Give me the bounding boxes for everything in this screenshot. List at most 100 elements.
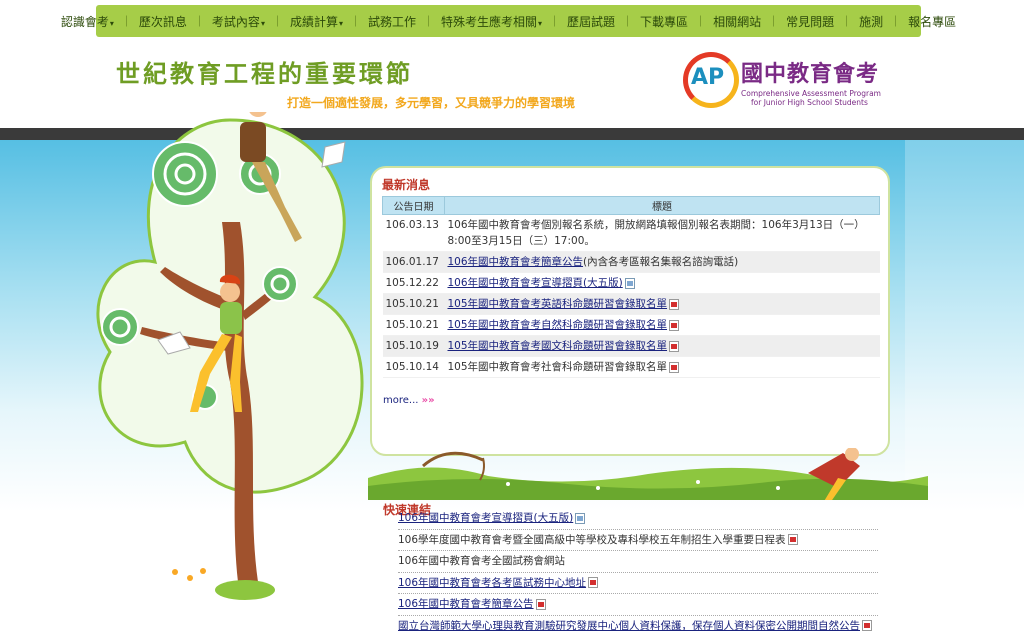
quick-links-list: 106年國中教育會考宣導摺頁(大五版) 106學年度國中教育會考暨全國高級中等學校… [398, 508, 878, 635]
news-date: 105.10.21 [382, 293, 445, 315]
nav-item-0[interactable]: 認識會考▾ [54, 13, 121, 30]
pdf-file-icon[interactable] [862, 620, 872, 631]
news-date: 105.10.19 [382, 335, 445, 357]
quick-link[interactable]: 106年國中教育會考各考區試務中心地址 [398, 577, 586, 589]
pdf-file-icon[interactable] [535, 598, 546, 610]
nav-separator: ｜ [841, 15, 853, 28]
nav-separator: ｜ [349, 15, 361, 28]
list-item: 106年國中教育會考全國試務會網站 [398, 551, 878, 573]
main-nav: 認識會考▾ ｜歷次訊息｜考試內容▾ ｜成績計算▾ ｜試務工作｜特殊考生應考相關▾ ｜歷屆… [61, 5, 956, 37]
quick-link[interactable]: 國立台灣師範大學心理與教育測驗研究發展中心個人資料保護，保存個人資料保密公開期間… [398, 620, 860, 632]
nav-item-label: 施測 [859, 14, 884, 29]
news-title-cell: 105年國中教育會考社會科命題研習會錄取名單 [444, 356, 880, 378]
news-date: 106.03.13 [382, 214, 445, 252]
table-row: 105.10.21 105年國中教育會考英語科命題研習會錄取名單 [382, 293, 880, 315]
quick-link[interactable]: 106年國中教育會考簡章公告 [398, 598, 534, 610]
document-file-icon[interactable] [575, 512, 586, 524]
news-date: 105.10.14 [382, 356, 445, 378]
news-title-cell: 106年國中教育會考個別報名系統，開放網路填報個別報名表期間：106年3月13日… [444, 214, 880, 252]
grass-illustration-icon [368, 448, 928, 500]
chevron-down-icon: ▾ [109, 18, 114, 28]
news-date: 105.10.21 [382, 314, 445, 336]
pdf-file-icon[interactable] [588, 577, 599, 588]
nav-item-1[interactable]: 歷次訊息 [132, 13, 194, 30]
nav-separator: ｜ [549, 15, 561, 28]
news-title-cell: 105年國中教育會考國文科命題研習會錄取名單 [444, 335, 880, 357]
table-row: 105.12.22 106年國中教育會考宣導摺頁(大五版) [382, 272, 880, 294]
tree-illustration-icon [96, 112, 364, 600]
news-link[interactable]: 105年國中教育會考自然科命題研習會錄取名單 [448, 319, 668, 331]
news-text: 106年國中教育會考個別報名系統，開放網路填報個別報名表期間：106年3月13日… [447, 219, 865, 247]
news-title-cell: 105年國中教育會考自然科命題研習會錄取名單 [444, 314, 880, 336]
list-item: 106年國中教育會考各考區試務中心地址 [398, 573, 878, 594]
list-item: 106年國中教育會考宣導摺頁(大五版) [398, 508, 878, 530]
list-item: 106年國中教育會考簡章公告 [398, 594, 878, 616]
nav-separator: ｜ [622, 15, 634, 28]
nav-separator: ｜ [695, 15, 707, 28]
news-title-cell: 105年國中教育會考英語科命題研習會錄取名單 [444, 293, 880, 315]
more-news-link[interactable]: more... »» [383, 395, 435, 406]
double-arrow-icon: »» [421, 395, 435, 406]
nav-item-label: 認識會考 [60, 14, 109, 29]
right-panel [905, 140, 1024, 635]
header-subslogan: 打造一個適性發展，多元學習，又具競爭力的學習環境 [287, 96, 576, 110]
news-link[interactable]: 106年國中教育會考宣導摺頁(大五版) [448, 277, 623, 289]
nav-item-7[interactable]: 下載專區 [633, 13, 695, 30]
nav-separator: ｜ [271, 15, 283, 28]
pdf-file-icon[interactable] [669, 361, 680, 373]
pdf-file-icon[interactable] [669, 319, 680, 331]
chevron-down-icon: ▾ [538, 18, 543, 28]
table-row: 105.10.14 105年國中教育會考社會科命題研習會錄取名單 [382, 356, 880, 378]
nav-item-label: 歷次訊息 [138, 14, 187, 29]
nav-item-3[interactable]: 成績計算▾ [283, 13, 350, 30]
table-row: 105.10.19 105年國中教育會考國文科命題研習會錄取名單 [382, 335, 880, 357]
nav-item-5[interactable]: 特殊考生應考相關▾ [434, 13, 549, 30]
news-table: 公告日期 標題 106.03.13 106年國中教育會考個別報名系統，開放網路填報… [382, 196, 880, 378]
chevron-down-icon: ▾ [338, 18, 343, 28]
nav-item-label: 成績計算 [289, 14, 338, 29]
logo-en-line1: Comprehensive Assessment Program [741, 89, 881, 98]
col-header-date: 公告日期 [382, 196, 445, 215]
news-link[interactable]: 106年國中教育會考簡章公告 [448, 256, 584, 268]
nav-item-11[interactable]: 報名專區 [901, 13, 963, 30]
document-file-icon[interactable] [624, 277, 635, 289]
site-logo[interactable]: AP 國中教育會考 Comprehensive Assessment Progr… [683, 52, 898, 114]
logo-en-line2: for Junior High School Students [751, 98, 868, 107]
logo-title: 國中教育會考 [741, 62, 880, 87]
col-header-title: 標題 [444, 196, 880, 215]
nav-item-label: 特殊考生應考相關 [441, 14, 538, 29]
list-item: 106學年度國中教育會考暨全國高級中等學校及專科學校五年制招生入學重要日程表 [398, 530, 878, 551]
nav-item-label: 下載專區 [640, 14, 689, 29]
table-row: 106.01.17 106年國中教育會考簡章公告(內含各考區報名集報名諮詢電話) [382, 251, 880, 273]
table-row: 106.03.13 106年國中教育會考個別報名系統，開放網路填報個別報名表期間：… [382, 214, 880, 252]
news-title-cell: 106年國中教育會考宣導摺頁(大五版) [444, 272, 880, 294]
nav-item-label: 考試內容 [211, 14, 260, 29]
pdf-file-icon[interactable] [787, 534, 798, 545]
nav-separator: ｜ [193, 15, 205, 28]
news-link[interactable]: 105年國中教育會考國文科命題研習會錄取名單 [448, 340, 668, 352]
header-slogan: 世紀教育工程的重要環節 [116, 59, 413, 88]
nav-item-10[interactable]: 施測 [852, 13, 890, 30]
nav-item-label: 歷屆試題 [567, 14, 616, 29]
pdf-file-icon[interactable] [669, 340, 680, 352]
nav-item-8[interactable]: 相關網站 [706, 13, 768, 30]
news-title-cell: 106年國中教育會考簡章公告(內含各考區報名集報名諮詢電話) [444, 251, 880, 273]
quick-link[interactable]: 106年國中教育會考宣導摺頁(大五版) [398, 512, 573, 524]
more-label: more... [383, 395, 419, 406]
nav-item-label: 試務工作 [367, 14, 416, 29]
chevron-down-icon: ▾ [260, 18, 265, 28]
nav-item-2[interactable]: 考試內容▾ [205, 13, 272, 30]
news-link[interactable]: 105年國中教育會考英語科命題研習會錄取名單 [448, 298, 668, 310]
news-title: 最新消息 [382, 178, 431, 192]
nav-separator: ｜ [890, 15, 902, 28]
nav-item-label: 相關網站 [713, 14, 762, 29]
nav-item-9[interactable]: 常見問題 [779, 13, 841, 30]
news-date: 105.12.22 [382, 272, 445, 294]
quick-link-text[interactable]: 106年國中教育會考全國試務會網站 [398, 555, 565, 567]
nav-item-6[interactable]: 歷屆試題 [560, 13, 622, 30]
nav-item-4[interactable]: 試務工作 [361, 13, 423, 30]
quick-link-text[interactable]: 106學年度國中教育會考暨全國高級中等學校及專科學校五年制招生入學重要日程表 [398, 534, 786, 546]
pdf-file-icon[interactable] [669, 298, 680, 310]
nav-separator: ｜ [423, 15, 434, 28]
nav-item-label: 報名專區 [908, 14, 957, 29]
